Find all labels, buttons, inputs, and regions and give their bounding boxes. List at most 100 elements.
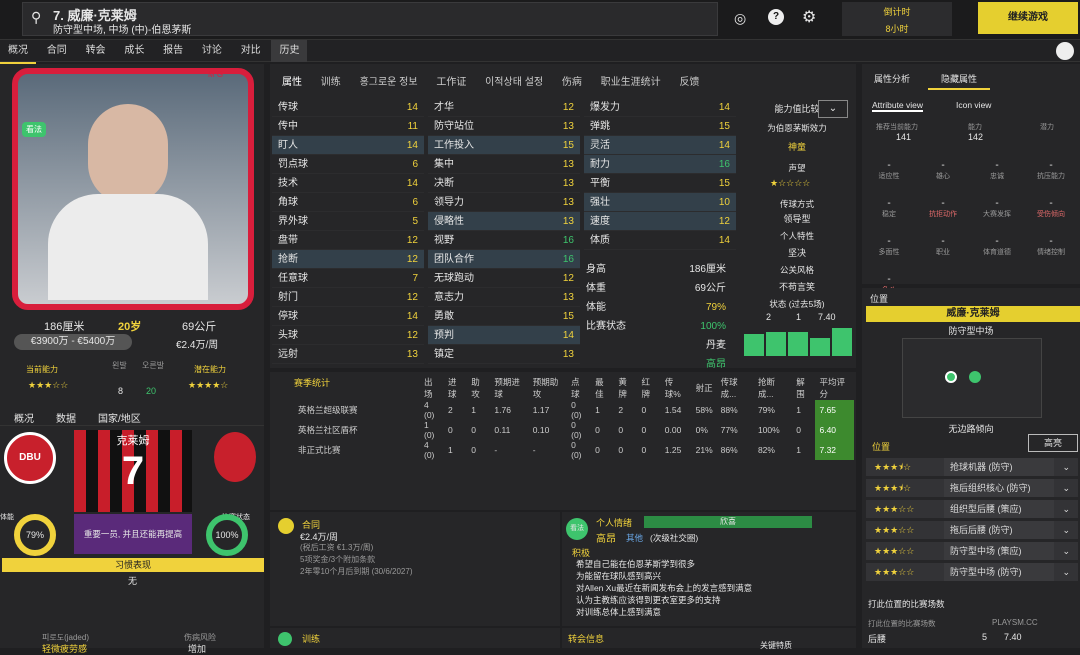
- stats-cell: 1.54: [664, 405, 682, 415]
- compare-dropdown[interactable]: ⌄: [818, 100, 848, 118]
- help-icon[interactable]: ?: [768, 9, 784, 25]
- continue-button[interactable]: 继续游戏: [978, 2, 1078, 34]
- avatar[interactable]: [1056, 42, 1074, 60]
- tab-attributes[interactable]: 属性: [282, 70, 302, 96]
- attribute-label: 强壮: [590, 197, 610, 208]
- attribute-row: 集中 13: [428, 155, 580, 174]
- ca-label: 当前能力: [26, 365, 58, 374]
- mood-item: 为能留在球队感到高兴: [576, 571, 662, 581]
- attribute-row: 强壮 10: [584, 193, 736, 212]
- face-shape: [88, 104, 168, 204]
- stats-cell: 0 (0): [571, 440, 582, 460]
- attribute-label: 工作投入: [434, 140, 474, 151]
- tab-career-stats[interactable]: 职业生涯统计: [601, 70, 661, 96]
- tab-history[interactable]: 历史: [271, 40, 308, 62]
- role-row[interactable]: ★★★⯨☆ 抢球机器 (防守) ⌄: [866, 458, 1078, 476]
- attribute-row: 耐力 16: [584, 155, 736, 174]
- chevron-down-icon[interactable]: ⌄: [1054, 521, 1078, 539]
- shirt-name: 克莱姆: [116, 435, 150, 447]
- attribute-value: 14: [718, 235, 730, 246]
- mood-panel: 看法 个人情绪 欣喜 高昂 其他 (次级社交圈) 积极 希望自己能在伯恩茅斯学到…: [562, 512, 856, 626]
- tab-icon-view[interactable]: Icon view: [956, 100, 991, 110]
- training-title[interactable]: 训练: [302, 632, 320, 645]
- gear-icon[interactable]: ⚙: [802, 7, 816, 27]
- tab-compare[interactable]: 对比: [233, 40, 269, 62]
- efficiency-label: 为伯恩茅斯效力: [767, 123, 827, 133]
- attribute-row: 意志力 13: [428, 288, 580, 307]
- tab-injuries[interactable]: 伤病: [562, 70, 582, 96]
- positions-label[interactable]: 位置: [872, 440, 890, 453]
- attribute-value: 14: [406, 311, 418, 322]
- tab-discuss[interactable]: 讨论: [194, 40, 230, 62]
- stats-cell: 100%: [757, 425, 780, 435]
- attribute-label: 团队合作: [434, 254, 474, 265]
- mood-title[interactable]: 个人情绪: [596, 516, 632, 529]
- tab-transfer-status[interactable]: 이적상태 설정: [485, 70, 543, 96]
- chevron-down-icon[interactable]: ⌄: [1054, 479, 1078, 497]
- club-icon[interactable]: ◎: [734, 10, 746, 27]
- tab-training[interactable]: 训练: [321, 70, 341, 96]
- attribute-row: 预判 14: [428, 326, 580, 345]
- mg-label: M G: [208, 70, 224, 79]
- info-label: 比赛状态: [586, 321, 626, 332]
- stats-header: 出场: [424, 377, 433, 399]
- tab-homegrown[interactable]: 홍그로운 정보: [360, 70, 418, 96]
- shirt-number: 7: [121, 449, 145, 493]
- role-row[interactable]: ★★★☆☆ 组织型后腰 (策应) ⌄: [866, 500, 1078, 518]
- tab-hidden-attrs[interactable]: 隐藏属性: [928, 66, 990, 90]
- role-stars: ★★★☆☆: [874, 567, 915, 577]
- tab-transfer[interactable]: 转会: [78, 40, 114, 62]
- stats-cell: 77%: [720, 425, 738, 435]
- tab-development[interactable]: 成长: [116, 40, 152, 62]
- hidden-attr-label: 雄心: [936, 173, 950, 180]
- attribute-row: 平衡 15: [584, 174, 736, 193]
- role-row[interactable]: ★★★☆☆ 防守型中场 (策应) ⌄: [866, 542, 1078, 560]
- chevron-down-icon[interactable]: ⌄: [1054, 563, 1078, 581]
- tab-attribute-view[interactable]: Attribute view: [872, 100, 924, 112]
- info-label: 体能: [586, 302, 606, 313]
- role-row[interactable]: ★★★⯨☆ 拖后组织核心 (防守) ⌄: [866, 479, 1078, 497]
- tab-workpermit[interactable]: 工作证: [436, 70, 466, 96]
- tab-feedback[interactable]: 反馈: [679, 70, 699, 96]
- tab-attribute-analysis[interactable]: 属性分析: [874, 72, 910, 85]
- attribute-row: 防守站位 13: [428, 117, 580, 136]
- top-bar: ⚲ 7. 威廉·克莱姆 防守型中场, 中场 (中)-伯恩茅斯 ◎ ? ⚙ 倒计时…: [0, 0, 1080, 40]
- subtab-nation[interactable]: 国家/地区: [98, 410, 141, 425]
- hidden-attr-label: 稳定: [882, 211, 896, 218]
- tab-reports[interactable]: 报告: [155, 40, 191, 62]
- pa-stars: ★★★★☆: [188, 380, 229, 390]
- form-bar: [810, 338, 830, 356]
- attribute-label: 射门: [278, 292, 298, 303]
- stats-header: 进球: [447, 377, 457, 399]
- physical-column: 爆发力 14 弹跳 15 灵活 14 耐力 16 平衡 15 强壮 10 速度 12 体质 14: [584, 98, 736, 250]
- transfer-title[interactable]: 转会信息: [568, 632, 604, 645]
- chevron-down-icon[interactable]: ⌄: [1054, 542, 1078, 560]
- chevron-down-icon[interactable]: ⌄: [1054, 458, 1078, 476]
- tab-contract[interactable]: 合同: [39, 40, 75, 62]
- attribute-label: 任意球: [278, 273, 308, 284]
- attribute-value: 14: [718, 102, 730, 113]
- subtab-stats[interactable]: 数据: [56, 410, 76, 425]
- attribute-label: 侵略性: [434, 216, 464, 227]
- stats-competition: 非正式比赛: [298, 445, 341, 455]
- familiarity-dropdown[interactable]: 高亮: [1028, 434, 1078, 452]
- attribute-label: 无球跑动: [434, 273, 474, 284]
- attribute-label: 爆发力: [590, 102, 620, 113]
- subtab-overview[interactable]: 概况: [14, 410, 34, 425]
- attribute-value: 13: [406, 349, 418, 360]
- tab-overview[interactable]: 概况: [0, 40, 36, 64]
- attribute-row: 团队合作 16: [428, 250, 580, 269]
- timer-box[interactable]: 倒计时 8小时: [842, 2, 952, 36]
- stats-spacer: [270, 460, 854, 516]
- chevron-down-icon[interactable]: ⌄: [1054, 500, 1078, 518]
- attribute-row: 传球 14: [272, 98, 424, 117]
- role-row[interactable]: ★★★☆☆ 防守型中场 (防守) ⌄: [866, 563, 1078, 581]
- attribute-row: 盯人 14: [272, 136, 424, 155]
- attribute-label: 角球: [278, 197, 298, 208]
- position-role: 防守型中场: [948, 326, 994, 336]
- role-row[interactable]: ★★★☆☆ 拖后后腰 (防守) ⌄: [866, 521, 1078, 539]
- shirt-graphic: 克莱姆 7: [74, 430, 192, 512]
- mood-others[interactable]: 其他: [626, 532, 643, 544]
- view-badge[interactable]: 看法: [22, 122, 46, 137]
- search-icon[interactable]: ⚲: [31, 9, 41, 26]
